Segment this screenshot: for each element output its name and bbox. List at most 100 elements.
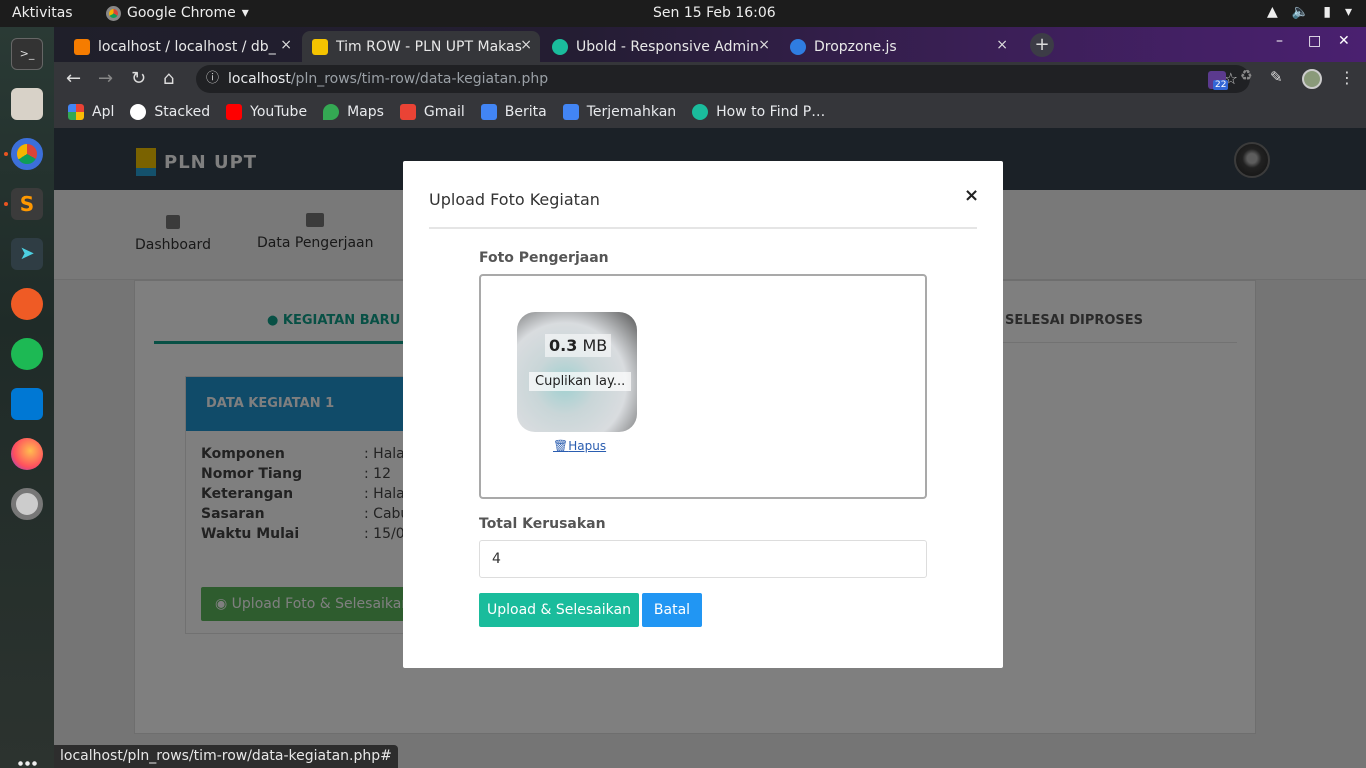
tab-tim-row[interactable]: Tim ROW - PLN UPT Makas × bbox=[302, 31, 540, 62]
tab-strip: localhost / localhost / db_ × Tim ROW - … bbox=[54, 27, 1366, 62]
system-top-bar: Aktivitas Google Chrome ▾ Sen 15 Feb 16:… bbox=[0, 0, 1366, 27]
settings-icon[interactable] bbox=[11, 488, 43, 520]
tab-ubold[interactable]: Ubold - Responsive Admin × bbox=[542, 31, 778, 62]
spotify-icon[interactable] bbox=[11, 338, 43, 370]
gmail-icon bbox=[399, 104, 416, 120]
phpmyadmin-icon bbox=[74, 38, 90, 55]
bookmark-stacked[interactable]: Stacked bbox=[130, 104, 210, 120]
close-icon[interactable]: × bbox=[758, 37, 770, 53]
chrome-icon bbox=[106, 5, 121, 21]
wifi-icon: ▲ bbox=[1267, 4, 1278, 20]
activities-button[interactable]: Aktivitas bbox=[12, 5, 73, 21]
tab-phpmyadmin[interactable]: localhost / localhost / db_ × bbox=[64, 31, 300, 62]
hexagon-icon bbox=[692, 104, 709, 120]
bookmark-label: Gmail bbox=[423, 104, 465, 120]
bookmark-youtube[interactable]: YouTube bbox=[226, 104, 307, 120]
tab-title: Ubold - Responsive Admin bbox=[576, 38, 759, 55]
upload-modal: Upload Foto Kegiatan × Foto Pengerjaan 0… bbox=[403, 161, 1003, 668]
browser-toolbar: ← → ↻ ⌂ ⓘ localhost/pln_rows/tim-row/dat… bbox=[54, 62, 1366, 96]
profile-avatar[interactable] bbox=[1302, 69, 1322, 89]
dropzone-icon bbox=[790, 38, 806, 55]
damage-label: Total Kerusakan bbox=[479, 516, 606, 532]
files-icon[interactable] bbox=[11, 88, 43, 120]
file-size-value: 0.3 bbox=[549, 336, 578, 355]
volume-icon: 🔈 bbox=[1291, 4, 1310, 20]
app-menu[interactable]: Google Chrome ▾ bbox=[106, 5, 249, 21]
minimize-icon[interactable]: – bbox=[1276, 33, 1283, 49]
extensions-puzzle-icon[interactable]: ✎ bbox=[1270, 68, 1288, 86]
maximize-icon[interactable]: □ bbox=[1308, 33, 1321, 49]
close-icon[interactable]: × bbox=[280, 37, 292, 53]
show-applications-icon[interactable] bbox=[17, 760, 37, 768]
close-icon[interactable]: × bbox=[520, 37, 532, 53]
chrome-dock-icon[interactable] bbox=[11, 138, 43, 170]
app-launcher-arrow-icon[interactable]: ➤ bbox=[11, 238, 43, 270]
home-icon[interactable]: ⌂ bbox=[163, 68, 174, 89]
pln-icon bbox=[312, 38, 328, 55]
status-bar-url: localhost/pln_rows/tim-row/data-kegiatan… bbox=[54, 745, 398, 768]
bookmark-maps[interactable]: Maps bbox=[323, 104, 384, 120]
trash-icon: 🗑 bbox=[553, 439, 569, 453]
bookmark-label: Maps bbox=[347, 104, 384, 120]
running-indicator bbox=[4, 202, 8, 206]
back-icon[interactable]: ← bbox=[66, 68, 81, 89]
modal-title: Upload Foto Kegiatan bbox=[429, 190, 600, 209]
app-menu-label: Google Chrome bbox=[127, 5, 236, 21]
recycle-icon[interactable]: ♻ bbox=[1240, 68, 1258, 86]
window-close-icon[interactable]: ✕ bbox=[1338, 33, 1350, 49]
bookmarks-bar: Apl Stacked YouTube Maps Gmail Berita Te… bbox=[54, 96, 1366, 128]
tab-title: Tim ROW - PLN UPT Makas bbox=[336, 38, 522, 55]
bookmark-label: How to Find P… bbox=[716, 104, 826, 120]
running-indicator bbox=[4, 152, 8, 156]
cancel-button[interactable]: Batal bbox=[642, 593, 702, 627]
file-name: Cuplikan lay... bbox=[529, 372, 632, 391]
system-indicators[interactable]: ▲ 🔈 ▮ ▾ bbox=[1267, 4, 1352, 20]
tab-title: Dropzone.js bbox=[814, 38, 897, 55]
postman-icon[interactable] bbox=[11, 288, 43, 320]
tab-title: localhost / localhost / db_ bbox=[98, 38, 276, 55]
battery-icon: ▮ bbox=[1323, 4, 1331, 20]
bookmark-label: Apl bbox=[92, 104, 115, 120]
bookmark-gmail[interactable]: Gmail bbox=[399, 104, 465, 120]
url-path: /pln_rows/tim-row/data-kegiatan.php bbox=[290, 71, 549, 87]
translate-icon bbox=[562, 104, 579, 120]
clock[interactable]: Sen 15 Feb 16:06 bbox=[653, 5, 776, 21]
address-bar[interactable]: ⓘ localhost/pln_rows/tim-row/data-kegiat… bbox=[196, 65, 1250, 93]
photo-label: Foto Pengerjaan bbox=[479, 250, 609, 266]
more-menu-icon[interactable]: ⋮ bbox=[1339, 68, 1355, 87]
power-menu-icon: ▾ bbox=[1344, 4, 1352, 20]
forward-icon[interactable]: → bbox=[98, 68, 113, 89]
bookmark-how-to-find[interactable]: How to Find P… bbox=[692, 104, 825, 120]
site-info-icon[interactable]: ⓘ bbox=[206, 65, 219, 93]
vscode-icon[interactable] bbox=[11, 388, 43, 420]
remove-file-link[interactable]: 🗑Hapus bbox=[553, 439, 606, 453]
extension-badge: 22 bbox=[1213, 80, 1229, 90]
new-tab-button[interactable]: + bbox=[1030, 33, 1054, 57]
dock: >_ S ➤ bbox=[0, 27, 54, 768]
sublime-text-icon[interactable]: S bbox=[11, 188, 43, 220]
tab-dropzone[interactable]: Dropzone.js × bbox=[780, 31, 1016, 62]
maps-pin-icon bbox=[323, 104, 340, 120]
damage-input[interactable]: 4 bbox=[479, 540, 927, 578]
stacked-icon bbox=[130, 104, 147, 120]
upload-submit-button[interactable]: Upload & Selesaikan bbox=[479, 593, 639, 627]
bookmark-label: Stacked bbox=[154, 104, 211, 120]
bookmark-label: Terjemahkan bbox=[586, 104, 677, 120]
file-preview: 0.3 MB Cuplikan lay... bbox=[517, 312, 637, 432]
photo-dropzone[interactable]: 0.3 MB Cuplikan lay... 🗑Hapus bbox=[479, 274, 927, 499]
apps-grid-icon bbox=[68, 104, 84, 120]
close-icon[interactable]: × bbox=[996, 37, 1008, 53]
news-icon bbox=[480, 104, 497, 120]
ubold-icon bbox=[552, 38, 568, 55]
remove-label: Hapus bbox=[568, 439, 607, 453]
reload-icon[interactable]: ↻ bbox=[131, 68, 146, 89]
bookmark-apps[interactable]: Apl bbox=[68, 104, 114, 120]
youtube-icon bbox=[226, 104, 243, 120]
firefox-icon[interactable] bbox=[11, 438, 43, 470]
bookmark-terjemahkan[interactable]: Terjemahkan bbox=[562, 104, 677, 120]
terminal-icon[interactable]: >_ bbox=[11, 38, 43, 70]
modal-close-button[interactable]: × bbox=[964, 185, 979, 206]
bookmark-label: Berita bbox=[504, 104, 547, 120]
bookmark-berita[interactable]: Berita bbox=[480, 104, 547, 120]
chevron-down-icon: ▾ bbox=[241, 5, 249, 21]
